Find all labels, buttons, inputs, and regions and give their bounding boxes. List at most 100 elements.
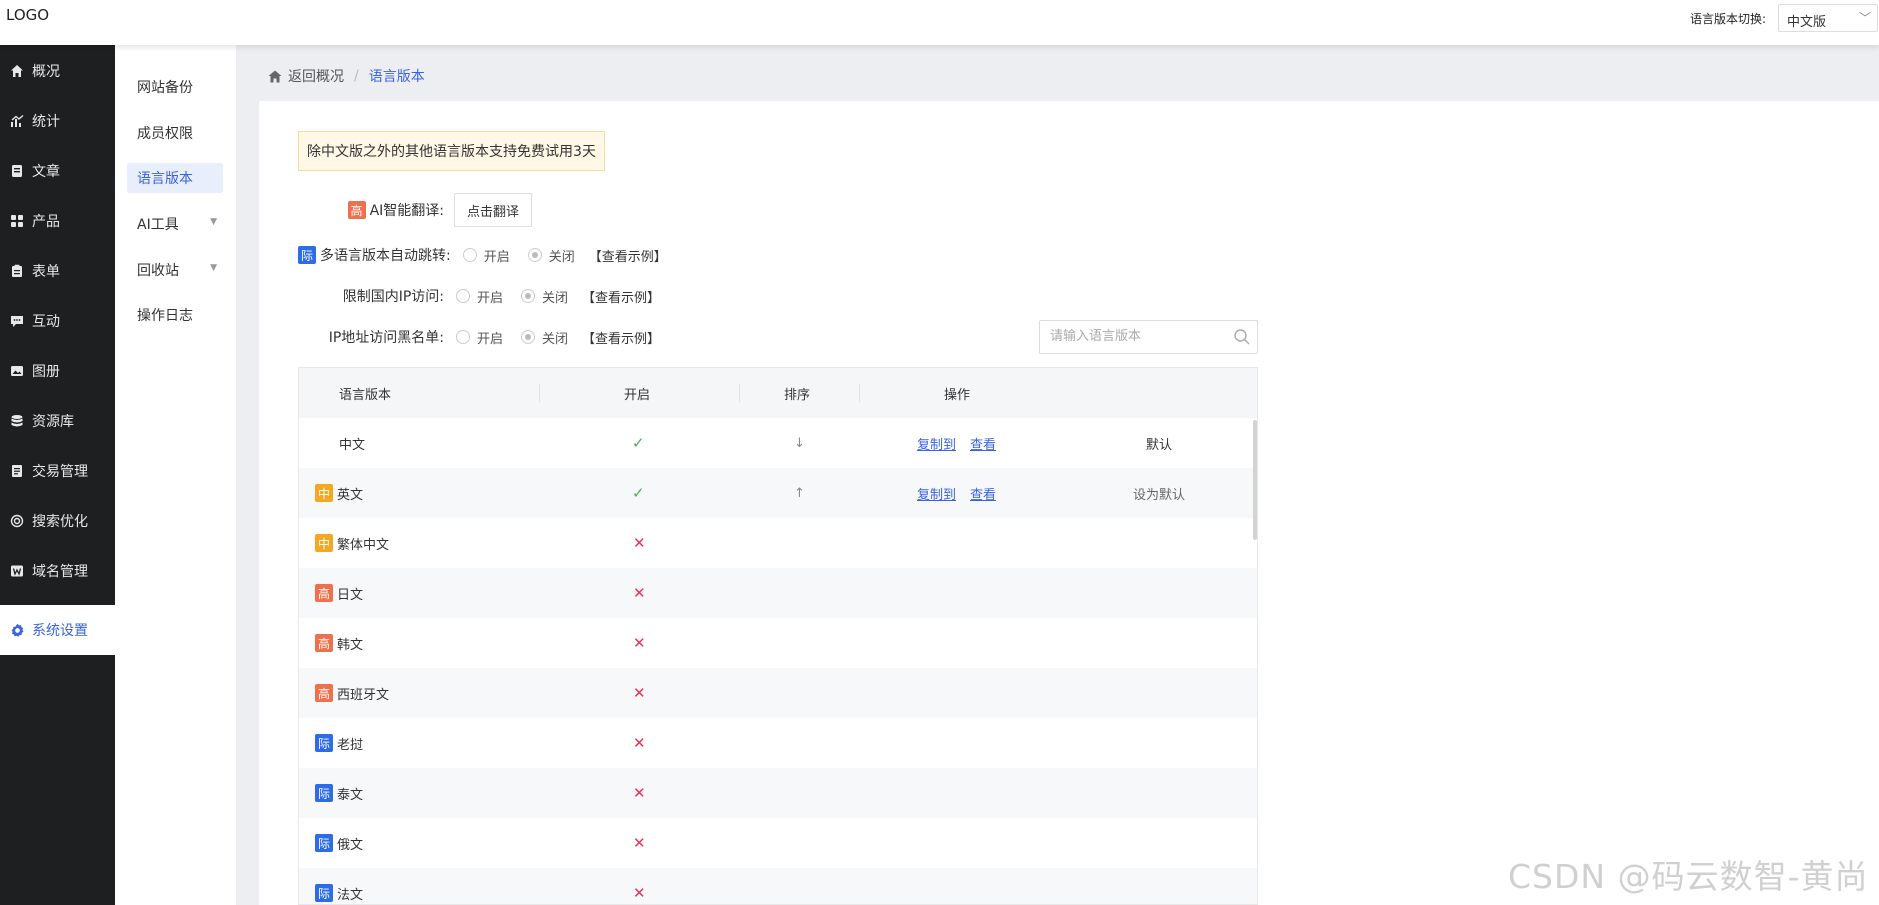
- sidebar-item-domains[interactable]: 域名管理: [0, 546, 115, 596]
- subnav-item-operation-log[interactable]: 操作日志: [127, 300, 223, 330]
- radio-circle: [456, 330, 470, 344]
- sidebar-item-label: 资源库: [32, 414, 74, 430]
- ip-blacklist-off-radio[interactable]: 关闭: [521, 328, 568, 347]
- sidebar-item-interaction[interactable]: 互动: [0, 296, 115, 346]
- search-icon[interactable]: [1233, 328, 1251, 346]
- cross-icon[interactable]: ✕: [633, 518, 646, 568]
- sidebar-item-seo[interactable]: 搜索优化: [0, 496, 115, 546]
- tag-ji: 际: [315, 834, 333, 852]
- tag-ji: 际: [315, 734, 333, 752]
- language-name: 泰文: [337, 787, 364, 803]
- auto-jump-example-link[interactable]: 【查看示例】: [589, 246, 667, 265]
- cross-icon[interactable]: ✕: [633, 618, 646, 668]
- sidebar-item-label: 互动: [32, 314, 60, 330]
- restrict-ip-example-link[interactable]: 【查看示例】: [582, 287, 660, 306]
- th-enabled: 开启: [624, 387, 651, 403]
- lang-version-select[interactable]: 中文版 ﹀: [1778, 4, 1878, 32]
- caret-down-icon: ▼: [210, 217, 217, 227]
- sidebar-item-articles[interactable]: 文章: [0, 146, 115, 196]
- tag-ji: 际: [315, 784, 333, 802]
- language-name: 日文: [337, 587, 364, 603]
- language-search-input[interactable]: [1048, 328, 1232, 345]
- subnav-item-language[interactable]: 语言版本: [127, 163, 223, 193]
- chat-icon: [9, 313, 25, 329]
- radio-circle: [462, 248, 477, 262]
- ip-blacklist-example-link[interactable]: 【查看示例】: [582, 328, 660, 347]
- tag-ji: 际: [315, 884, 333, 902]
- language-table: 语言版本 开启 排序 操作 中文 ✓ ↓ 复制到 查看 默认 中 英文 ✓ ↑ …: [298, 367, 1258, 905]
- cross-icon[interactable]: ✕: [633, 818, 646, 868]
- auto-jump-off-radio[interactable]: 关闭: [527, 246, 575, 265]
- language-name: 韩文: [337, 637, 364, 653]
- radio-label: 开启: [477, 290, 504, 306]
- database-icon: [9, 413, 25, 429]
- breadcrumb-separator: /: [354, 68, 359, 84]
- w-icon: [9, 563, 25, 579]
- sidebar-item-label: 文章: [32, 164, 60, 180]
- home-icon: [268, 70, 282, 83]
- sidebar-item-forms[interactable]: 表单: [0, 246, 115, 296]
- sidebar-item-overview[interactable]: 概况: [0, 46, 115, 96]
- lang-switch-label: 语言版本切换:: [1690, 12, 1767, 26]
- subnav-item-label: 回收站: [137, 263, 179, 279]
- sort-down-icon[interactable]: ↓: [794, 418, 805, 468]
- subnav-item-label: 操作日志: [137, 308, 193, 324]
- sidebar-item-label: 搜索优化: [32, 514, 88, 530]
- sub-navigation: 网站备份 成员权限 语言版本 AI工具 ▼ 回收站 ▼ 操作日志: [115, 45, 236, 905]
- breadcrumb-back-link[interactable]: 返回概况: [288, 66, 344, 86]
- radio-label: 关闭: [548, 249, 575, 265]
- table-row: 高 韩文 ✕: [299, 618, 1257, 668]
- view-link[interactable]: 查看: [970, 484, 996, 503]
- subnav-item-recycle-bin[interactable]: 回收站 ▼: [127, 255, 223, 285]
- chart-icon: [9, 113, 25, 129]
- th-actions: 操作: [944, 387, 971, 403]
- ip-blacklist-row: IP地址访问黑名单: 开启 关闭 【查看示例】: [259, 327, 660, 347]
- copy-to-link[interactable]: 复制到: [917, 484, 956, 503]
- sidebar-item-label: 统计: [32, 114, 60, 130]
- language-cell: 高 西班牙文: [315, 668, 389, 718]
- table-scrollbar[interactable]: [1253, 420, 1257, 540]
- set-default-button[interactable]: 设为默认: [1133, 468, 1185, 518]
- copy-to-link[interactable]: 复制到: [917, 434, 956, 453]
- gear-icon: [9, 622, 25, 638]
- cross-icon[interactable]: ✕: [633, 868, 646, 904]
- sidebar-item-transactions[interactable]: 交易管理: [0, 446, 115, 496]
- table-row: 际 俄文 ✕: [299, 818, 1257, 868]
- cross-icon[interactable]: ✕: [633, 568, 646, 618]
- ai-translate-row: 高 AI智能翻译: 点击翻译: [259, 193, 533, 227]
- language-name: 英文: [337, 487, 364, 503]
- cross-icon[interactable]: ✕: [633, 668, 646, 718]
- column-divider: [539, 384, 540, 402]
- subnav-item-backup[interactable]: 网站备份: [127, 72, 223, 102]
- sort-up-icon[interactable]: ↑: [794, 468, 805, 518]
- subnav-item-permissions[interactable]: 成员权限: [127, 118, 223, 148]
- home-icon: [9, 63, 25, 79]
- restrict-ip-off-radio[interactable]: 关闭: [521, 287, 568, 306]
- sidebar-item-album[interactable]: 图册: [0, 346, 115, 396]
- sidebar-item-products[interactable]: 产品: [0, 196, 115, 246]
- th-language: 语言版本: [339, 387, 392, 403]
- language-search-box: [1039, 320, 1258, 354]
- check-icon: ✓: [632, 434, 645, 452]
- tag-ji: 际: [298, 246, 316, 264]
- auto-jump-on-radio[interactable]: 开启: [462, 246, 510, 265]
- sidebar-item-stats[interactable]: 统计: [0, 96, 115, 146]
- radio-label: 关闭: [542, 331, 569, 347]
- restrict-ip-on-radio[interactable]: 开启: [456, 287, 503, 306]
- view-link[interactable]: 查看: [970, 434, 996, 453]
- trial-notice: 除中文版之外的其他语言版本支持免费试用3天: [298, 131, 605, 171]
- table-row: 中文 ✓ ↓ 复制到 查看 默认: [299, 418, 1257, 468]
- translate-button[interactable]: 点击翻译: [454, 193, 533, 227]
- ip-blacklist-on-radio[interactable]: 开启: [456, 328, 503, 347]
- sidebar-item-system-settings[interactable]: 系统设置: [0, 605, 115, 655]
- cross-icon[interactable]: ✕: [633, 768, 646, 818]
- chevron-down-icon: ﹀: [1858, 11, 1871, 25]
- table-row: 中 英文 ✓ ↑ 复制到 查看 设为默认: [299, 468, 1257, 518]
- sidebar-item-resources[interactable]: 资源库: [0, 396, 115, 446]
- label-text: AI智能翻译:: [369, 203, 444, 219]
- cross-icon[interactable]: ✕: [633, 718, 646, 768]
- breadcrumb: 返回概况 / 语言版本: [268, 66, 425, 86]
- subnav-item-ai-tools[interactable]: AI工具 ▼: [127, 209, 223, 239]
- tag-gao: 高: [315, 584, 333, 602]
- top-bar: LOGO 语言版本切换: 中文版 ﹀: [0, 0, 1879, 45]
